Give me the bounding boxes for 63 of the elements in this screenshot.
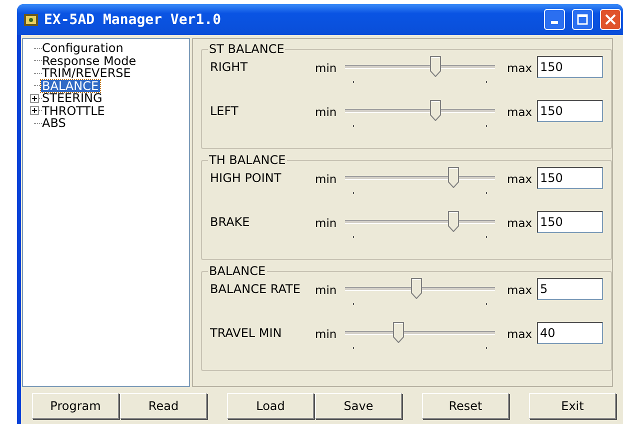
tree-item[interactable]: ABS [41,117,67,130]
group-title: ST BALANCE [208,42,286,56]
plus-icon [30,107,38,114]
expand-icon[interactable] [30,94,38,103]
maximize-button[interactable] [572,9,593,30]
min-label: min [315,282,338,297]
slider[interactable] [345,322,495,352]
action-button[interactable]: Read [120,393,207,419]
setting-label: BALANCE RATE [210,281,302,296]
app-icon [23,12,39,28]
setting-label: RIGHT [210,59,249,74]
slider[interactable] [345,211,495,241]
max-label: max [507,326,534,341]
tree-item[interactable]: BALANCE [41,80,100,92]
slider-thumb[interactable] [410,278,422,299]
min-label: min [315,326,338,341]
max-label: max [507,171,534,186]
action-button[interactable]: Reset [422,393,509,419]
action-button[interactable]: Save [315,393,402,419]
value-field[interactable]: 5 [537,278,603,300]
max-label: max [507,282,534,297]
value-field[interactable]: 150 [537,100,603,122]
setting-label: HIGH POINT [210,170,282,185]
slider-thumb[interactable] [392,322,404,343]
minimize-button[interactable] [544,9,565,30]
tree-item[interactable]: Configuration [41,42,124,54]
slider[interactable] [345,56,495,86]
setting-label: LEFT [210,103,240,118]
max-label: max [507,60,534,75]
action-button[interactable]: Program [32,393,119,419]
value-field[interactable]: 150 [537,211,603,233]
min-label: min [315,60,338,75]
close-icon [605,14,616,25]
slider-thumb[interactable] [430,56,441,77]
min-label: min [315,171,338,186]
slider[interactable] [345,278,495,308]
slider-thumb[interactable] [448,211,459,232]
tree-item[interactable]: Response Mode [41,54,138,67]
action-button[interactable]: Load [227,393,314,419]
value-field[interactable]: 150 [537,167,603,189]
group-title: BALANCE [208,264,267,278]
value-field[interactable]: 150 [537,56,603,78]
group-title: TH BALANCE [208,153,287,167]
maximize-icon [577,14,588,25]
close-button[interactable] [600,9,621,30]
action-button[interactable]: Exit [529,393,616,419]
expand-icon[interactable] [30,106,38,116]
max-label: max [507,104,534,119]
tree-item[interactable]: TRIM/REVERSE [41,67,132,80]
setting-label: BRAKE [210,214,251,229]
value-field[interactable]: 40 [537,322,603,344]
tree-item[interactable]: THROTTLE [41,104,106,117]
window-title: EX-5AD Manager Ver1.0 [44,12,222,28]
max-label: max [507,215,534,230]
tree-item[interactable]: STEERING [41,92,104,104]
slider-thumb[interactable] [448,167,459,188]
setting-label: TRAVEL MIN [210,325,283,340]
slider[interactable] [345,100,495,130]
min-label: min [315,215,338,230]
min-label: min [315,104,338,119]
plus-icon [30,94,38,102]
slider-thumb[interactable] [430,100,441,121]
slider[interactable] [345,167,495,197]
